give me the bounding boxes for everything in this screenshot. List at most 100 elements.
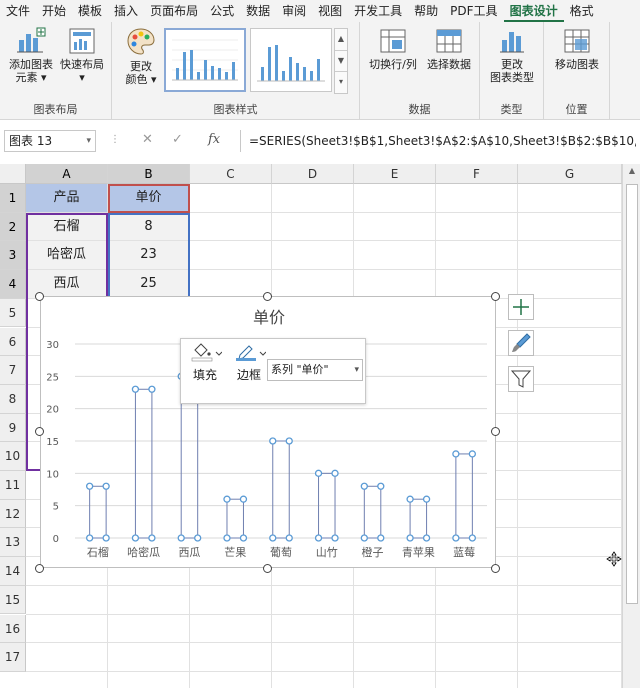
cell-a1[interactable]: 产品 (26, 184, 107, 212)
quick-layout-button[interactable]: 快速布局 ▾ (56, 26, 108, 84)
menu-tab-0[interactable]: 文件 (0, 0, 36, 22)
column-header-e[interactable]: E (354, 164, 436, 184)
gallery-down-icon[interactable]: ▼ (335, 50, 347, 71)
formula-input[interactable]: =SERIES(Sheet3!$B$1,Sheet3!$A$2:$A$10,Sh… (240, 130, 636, 152)
menu-tab-13[interactable]: 格式 (564, 0, 600, 22)
bar-selection-point (406, 534, 414, 542)
bar-selection-point (177, 534, 185, 542)
menu-tab-2[interactable]: 模板 (72, 0, 108, 22)
row-header-10[interactable]: 10 (0, 442, 26, 471)
row-header-12[interactable]: 12 (0, 499, 26, 529)
y-tick-label: 15 (46, 437, 59, 448)
resize-handle-top-right[interactable] (491, 292, 500, 301)
chart-area[interactable]: 单价 0 5 10 15 20 25 30 石榴 哈密瓜 西瓜 芒果 葡萄 山竹 橙子 青苹果 蓝莓 (40, 296, 496, 568)
fill-button[interactable]: 填充 (185, 343, 225, 383)
row-header-14[interactable]: 14 (0, 557, 26, 586)
chart-filters-button[interactable] (508, 366, 534, 392)
select-all-corner[interactable] (0, 164, 26, 184)
menu-tab-12[interactable]: 图表设计 (503, 0, 564, 22)
menu-tab-8[interactable]: 视图 (312, 0, 348, 22)
row-header-17[interactable]: 17 (0, 643, 26, 672)
resize-handle-top[interactable] (263, 292, 272, 301)
row-header-6[interactable]: 6 (0, 327, 26, 357)
scroll-thumb[interactable] (626, 184, 638, 604)
insert-function-icon[interactable]: fx (208, 132, 220, 147)
menu-tab-5[interactable]: 公式 (204, 0, 240, 22)
row-header-15[interactable]: 15 (0, 585, 26, 615)
bar-selection-point (331, 469, 339, 477)
gridline-h (26, 613, 622, 615)
row-header-8[interactable]: 8 (0, 384, 26, 414)
menu-tab-3[interactable]: 插入 (108, 0, 144, 22)
menu-tab-4[interactable]: 页面布局 (144, 0, 204, 22)
name-box-dropdown-icon[interactable]: ▾ (86, 131, 91, 151)
column-header-g[interactable]: G (518, 164, 622, 184)
bar-selection-point (85, 534, 94, 542)
menu-tab-7[interactable]: 审阅 (276, 0, 312, 22)
menu-tab-6[interactable]: 数据 (240, 0, 276, 22)
resize-handle-bottom-right[interactable] (491, 564, 500, 573)
row-header-16[interactable]: 16 (0, 614, 26, 644)
gallery-up-icon[interactable]: ▲ (335, 29, 347, 50)
menu-tab-9[interactable]: 开发工具 (348, 0, 408, 22)
row-header-5[interactable]: 5 (0, 298, 26, 328)
column-header-c[interactable]: C (190, 164, 272, 184)
resize-handle-top-left[interactable] (35, 292, 44, 301)
x-tick-label: 山竹 (316, 545, 338, 559)
chart-layouts-group: 添加图表 元素 ▾ 快速布局 ▾ 图表布局 (0, 22, 112, 120)
enter-icon[interactable]: ✓ (172, 132, 183, 147)
add-chart-element-label-1: 添加图表 (9, 58, 53, 71)
add-chart-element-button[interactable]: 添加图表 元素 ▾ (6, 26, 56, 84)
series-selector[interactable]: 系列 "单价" ▾ (267, 359, 363, 381)
row-header-1[interactable]: 1 (0, 184, 26, 213)
bar-selection-point (285, 534, 293, 542)
resize-handle-right[interactable] (491, 427, 500, 436)
gallery-more-icon[interactable]: ▾ (335, 71, 347, 92)
column-header-f[interactable]: F (436, 164, 518, 184)
column-header-d[interactable]: D (272, 164, 354, 184)
x-tick-label: 芒果 (224, 546, 246, 559)
row-header-4[interactable]: 4 (0, 270, 26, 299)
column-header-b[interactable]: B (108, 164, 190, 184)
menu-tab-10[interactable]: 帮助 (408, 0, 444, 22)
menu-tab-11[interactable]: PDF工具 (444, 0, 503, 22)
switch-row-column-button[interactable]: 切换行/列 (364, 26, 422, 71)
bar-selection-point (360, 534, 368, 542)
switch-row-column-icon (380, 29, 406, 53)
vertical-scrollbar[interactable]: ▲ (622, 164, 640, 688)
select-data-button[interactable]: 选择数据 (422, 26, 476, 71)
move-chart-icon (564, 29, 590, 53)
change-colors-button[interactable]: 更改 颜色 ▾ (118, 26, 164, 86)
chart-elements-button[interactable] (508, 294, 534, 320)
y-tick-label: 20 (46, 405, 59, 416)
gridline-h (26, 584, 622, 586)
scroll-up-icon[interactable]: ▲ (623, 166, 640, 175)
change-chart-type-button[interactable]: 更改 图表类型 (484, 26, 540, 84)
cancel-icon[interactable]: ✕ (142, 132, 153, 147)
outline-button[interactable]: 边框 (229, 343, 269, 383)
row-header-2[interactable]: 2 (0, 212, 26, 242)
chart-style-thumbnail-2[interactable] (250, 28, 332, 92)
y-tick-label: 5 (53, 502, 59, 513)
bar-selection-point (452, 450, 460, 458)
bar-selection-point (148, 385, 156, 393)
style-gallery-scroller[interactable]: ▲ ▼ ▾ (334, 28, 348, 94)
row-header-13[interactable]: 13 (0, 528, 26, 558)
row-header-3[interactable]: 3 (0, 241, 26, 271)
name-box[interactable]: 图表 13 ▾ (4, 130, 96, 152)
row-header-7[interactable]: 7 (0, 356, 26, 385)
resize-handle-bottom[interactable] (263, 564, 272, 573)
chart-style-thumbnail-1[interactable] (164, 28, 246, 92)
ribbon: 添加图表 元素 ▾ 快速布局 ▾ 图表布局 更改 颜色 ▾ 图表样式 ▲ ▼ ▾… (0, 22, 640, 120)
bar-selection-point (223, 534, 231, 542)
move-chart-button[interactable]: 移动图表 (548, 26, 606, 71)
row-header-9[interactable]: 9 (0, 413, 26, 443)
row-header-11[interactable]: 11 (0, 471, 26, 500)
series-selector-value: 系列 "单价" (271, 363, 329, 376)
formula-bar-grip-icon[interactable]: ⋮ (110, 134, 120, 145)
resize-handle-left[interactable] (35, 427, 44, 436)
column-header-a[interactable]: A (26, 164, 108, 184)
menu-tab-1[interactable]: 开始 (36, 0, 72, 22)
resize-handle-bottom-left[interactable] (35, 564, 44, 573)
chart-styles-button[interactable] (508, 330, 534, 356)
